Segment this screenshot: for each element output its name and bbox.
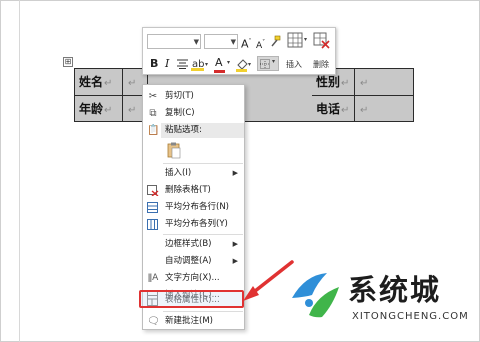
watermark-logo [292,273,339,318]
watermark-text: 系统城 [348,273,442,307]
watermark-url: XITONGCHENG.COM [352,311,469,322]
